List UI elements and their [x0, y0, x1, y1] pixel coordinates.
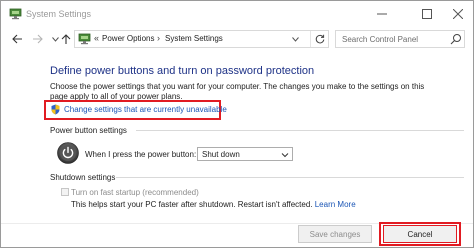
- power-button-action-select[interactable]: Shut down: [197, 147, 293, 161]
- chevron-down-icon: [281, 153, 289, 158]
- breadcrumb-power-options[interactable]: Power Options: [102, 34, 154, 43]
- arrow-up-icon: [61, 33, 71, 44]
- minimize-icon: [377, 13, 387, 15]
- fast-startup-label: Turn on fast startup (recommended): [71, 188, 199, 197]
- refresh-button[interactable]: [310, 31, 328, 47]
- learn-more-link[interactable]: Learn More: [315, 200, 356, 209]
- uac-shield-icon: [51, 104, 60, 115]
- page-description: Choose the power settings that you want …: [50, 82, 425, 101]
- breadcrumb-system-settings[interactable]: System Settings: [165, 34, 223, 43]
- fast-startup-description: This helps start your PC faster after sh…: [71, 200, 356, 209]
- section-divider: [136, 130, 464, 131]
- power-options-icon: [78, 33, 91, 45]
- arrow-left-icon: [11, 34, 22, 44]
- forward-button[interactable]: [30, 31, 44, 47]
- close-icon: [453, 9, 463, 19]
- section-divider: [116, 177, 464, 178]
- close-button[interactable]: [443, 1, 473, 27]
- save-changes-button[interactable]: Save changes: [298, 225, 372, 243]
- up-button[interactable]: [59, 31, 73, 47]
- chevron-down-icon: [291, 36, 299, 42]
- power-button-icon: [57, 142, 79, 164]
- fast-startup-help-text: This helps start your PC faster after sh…: [71, 200, 313, 209]
- page-title: Define power buttons and turn on passwor…: [50, 65, 315, 77]
- search-input[interactable]: [336, 31, 448, 47]
- maximize-icon: [422, 9, 432, 19]
- search-box[interactable]: [335, 30, 465, 48]
- back-button[interactable]: [10, 31, 24, 47]
- power-button-action-label: When I press the power button:: [85, 150, 197, 159]
- fast-startup-checkbox[interactable]: [61, 188, 69, 196]
- system-settings-window: System Settings « Power Options › System…: [0, 0, 474, 248]
- maximize-button[interactable]: [412, 1, 442, 27]
- change-settings-link[interactable]: Change settings that are currently unava…: [64, 105, 227, 114]
- title-bar: System Settings: [1, 1, 473, 27]
- select-value: Shut down: [202, 150, 240, 159]
- chevron-down-icon: [51, 36, 59, 42]
- minimize-button[interactable]: [367, 1, 397, 27]
- refresh-icon: [315, 34, 324, 44]
- arrow-right-icon: [32, 34, 43, 44]
- address-bar[interactable]: « Power Options › System Settings: [74, 30, 329, 48]
- window-title: System Settings: [26, 9, 92, 19]
- navigation-bar: « Power Options › System Settings: [1, 27, 473, 51]
- power-options-app-icon: [9, 8, 22, 20]
- address-dropdown-button[interactable]: [287, 31, 303, 47]
- search-icon[interactable]: [450, 33, 462, 45]
- breadcrumb-separator[interactable]: ›: [157, 33, 160, 43]
- cancel-button[interactable]: Cancel: [383, 225, 457, 243]
- shutdown-settings-label: Shutdown settings: [50, 173, 116, 182]
- address-overflow-separator[interactable]: «: [94, 33, 99, 43]
- power-button-settings-label: Power button settings: [50, 126, 127, 135]
